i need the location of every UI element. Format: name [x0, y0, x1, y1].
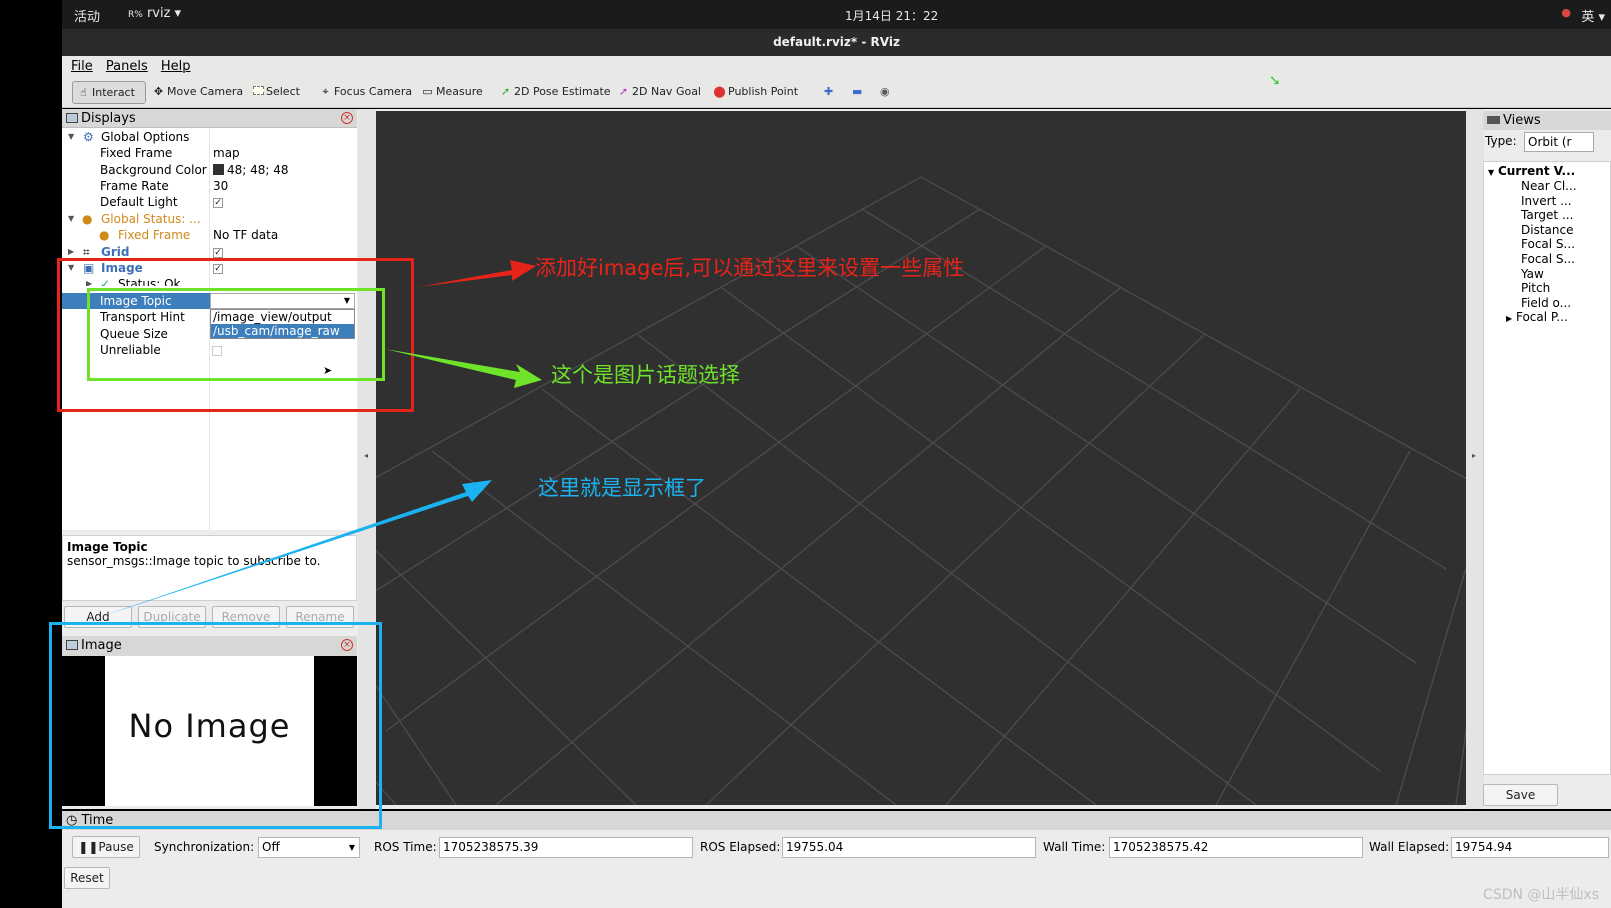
- blue-arrow: [100, 480, 492, 617]
- blue-annotation-text: 这里就是显示框了: [538, 476, 706, 500]
- watermark: CSDN @山半仙xs: [1483, 887, 1599, 903]
- green-annotation-text: 这个是图片话题选择: [551, 363, 740, 387]
- green-arrow: [385, 349, 542, 388]
- screenshot-root: 活动 R% rviz ▾ 1月14日 21：22 ● 英 ▾ default.r…: [0, 0, 1611, 908]
- red-annotation-text: 添加好image后,可以通过这里来设置一些属性: [535, 256, 965, 280]
- red-arrow: [418, 260, 536, 287]
- annotation-arrows: [100, 260, 542, 617]
